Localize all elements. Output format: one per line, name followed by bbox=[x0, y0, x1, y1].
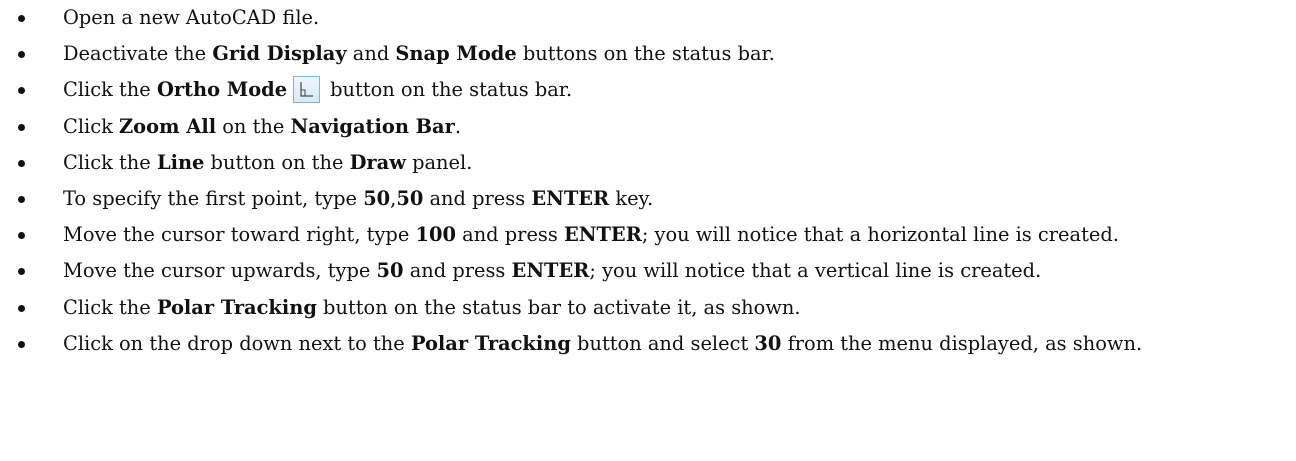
step-text: Click the bbox=[63, 78, 157, 102]
step-text: Move the cursor upwards, type bbox=[63, 259, 377, 283]
bullet-icon bbox=[18, 87, 25, 95]
bullet-icon bbox=[18, 340, 25, 348]
step-text: and bbox=[346, 42, 396, 66]
bold-term: 50 bbox=[396, 187, 424, 211]
bold-term: ENTER bbox=[563, 223, 642, 247]
bullet-icon bbox=[18, 15, 25, 22]
bold-term: 30 bbox=[754, 331, 782, 355]
bold-term: Ortho Mode bbox=[156, 78, 288, 102]
bold-term: Line bbox=[156, 150, 205, 174]
step-text: Click the bbox=[63, 295, 157, 319]
bullet-icon bbox=[18, 159, 25, 167]
list-item: Click the Polar Tracking button on the s… bbox=[0, 293, 1296, 323]
ortho-mode-icon bbox=[293, 75, 321, 103]
step-text: Open a new AutoCAD file. bbox=[63, 6, 320, 29]
step-text: button and select bbox=[570, 331, 755, 355]
step-text: from the menu displayed, as shown. bbox=[781, 331, 1143, 355]
bold-term: ENTER bbox=[531, 187, 610, 211]
list-item: To specify the first point, type 50,50 a… bbox=[0, 184, 1296, 214]
bold-term: 50 bbox=[376, 259, 404, 283]
step-text: key. bbox=[609, 187, 654, 211]
step-text: and press bbox=[423, 187, 532, 211]
list-item: Click Zoom All on the Navigation Bar. bbox=[0, 112, 1296, 142]
step-text: ; you will notice that a vertical line i… bbox=[589, 259, 1042, 283]
step-text: button on the bbox=[204, 150, 350, 174]
bullet-icon bbox=[18, 51, 25, 59]
step-text: button on the status bar. bbox=[330, 78, 573, 102]
list-item: Deactivate the Grid Display and Snap Mod… bbox=[0, 39, 1296, 69]
bold-term: Draw bbox=[349, 150, 406, 174]
bold-term: Polar Tracking bbox=[156, 295, 317, 319]
bold-term: 100 bbox=[415, 223, 456, 247]
step-text: Click the bbox=[63, 150, 157, 174]
step-text: button on the status bar to activate it,… bbox=[316, 295, 801, 319]
bold-term: 50 bbox=[363, 187, 391, 211]
list-item: Open a new AutoCAD file. bbox=[0, 0, 1296, 33]
step-text: Click bbox=[63, 114, 120, 138]
step-text: and press bbox=[403, 259, 512, 283]
bold-term: ENTER bbox=[511, 259, 590, 283]
bold-term: Zoom All bbox=[119, 114, 217, 138]
bullet-icon bbox=[18, 123, 25, 131]
step-text: Deactivate the bbox=[63, 42, 213, 66]
document-page: Open a new AutoCAD file. Deactivate the G… bbox=[0, 0, 1296, 461]
list-item: Move the cursor toward right, type 100 a… bbox=[0, 220, 1296, 250]
list-item: Click the Line button on the Draw panel. bbox=[0, 148, 1296, 178]
instruction-list: Open a new AutoCAD file. Deactivate the G… bbox=[0, 0, 1296, 359]
bold-term: Polar Tracking bbox=[410, 331, 571, 355]
bullet-icon bbox=[18, 196, 25, 204]
bold-term: Navigation Bar bbox=[290, 114, 455, 138]
bullet-icon bbox=[18, 268, 25, 276]
step-text: and press bbox=[455, 223, 564, 247]
step-text: . bbox=[454, 114, 462, 138]
step-text: To specify the first point, type bbox=[63, 187, 364, 211]
list-item: Click the Ortho Mode button on the status… bbox=[0, 75, 1296, 105]
list-item: Click on the drop down next to the Polar… bbox=[0, 329, 1296, 359]
step-text: buttons on the status bar. bbox=[516, 42, 775, 66]
step-text: Click on the drop down next to the bbox=[63, 331, 411, 355]
step-text: ; you will notice that a horizontal line… bbox=[641, 223, 1119, 247]
step-text: Move the cursor toward right, type bbox=[63, 223, 416, 247]
bullet-icon bbox=[18, 232, 25, 240]
bullet-icon bbox=[18, 304, 25, 312]
list-item: Move the cursor upwards, type 50 and pre… bbox=[0, 256, 1296, 286]
bold-term: Snap Mode bbox=[395, 42, 517, 66]
step-text: panel. bbox=[405, 150, 473, 174]
step-text: on the bbox=[216, 114, 291, 138]
bold-term: Grid Display bbox=[212, 42, 347, 66]
